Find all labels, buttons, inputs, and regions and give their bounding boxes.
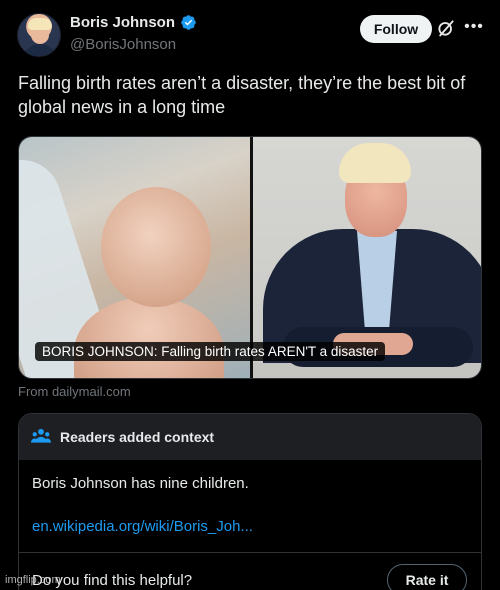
community-note-header: Readers added context xyxy=(19,414,481,460)
author-display-name[interactable]: Boris Johnson xyxy=(70,14,175,31)
watermark: imgflip.com xyxy=(5,574,61,586)
community-note-link[interactable]: en.wikipedia.org/wiki/Boris_Joh... xyxy=(32,518,253,535)
rate-it-button[interactable]: Rate it xyxy=(387,564,467,590)
grok-icon[interactable] xyxy=(436,18,456,38)
people-icon xyxy=(31,428,51,443)
tweet-header: Boris Johnson @BorisJohnson Follow ••• xyxy=(17,11,490,57)
tweet-text: Falling birth rates aren’t a disaster, t… xyxy=(18,73,466,117)
media-caption: BORIS JOHNSON: Falling birth rates AREN'… xyxy=(35,342,386,361)
community-note-card: Readers added context Boris Johnson has … xyxy=(18,413,482,590)
community-note-title: Readers added context xyxy=(60,429,215,445)
author-name-row: Boris Johnson xyxy=(70,14,197,31)
more-icon[interactable]: ••• xyxy=(464,17,484,37)
divider xyxy=(19,552,481,553)
follow-button[interactable]: Follow xyxy=(360,15,432,43)
author-handle[interactable]: @BorisJohnson xyxy=(70,36,176,53)
verified-badge-icon xyxy=(181,15,196,30)
community-note-body: Boris Johnson has nine children. xyxy=(32,475,249,492)
tweet-media[interactable]: BORIS JOHNSON: Falling birth rates AREN'… xyxy=(18,136,482,379)
avatar[interactable] xyxy=(17,13,61,57)
media-source[interactable]: From dailymail.com xyxy=(18,384,131,399)
